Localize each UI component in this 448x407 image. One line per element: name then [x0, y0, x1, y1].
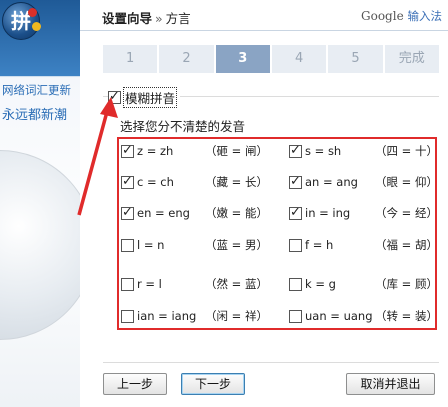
- fuzzy-pinyin-label: 模糊拼音: [122, 87, 178, 108]
- brand-google: Google: [361, 9, 404, 23]
- slogan-line-2: 永远都新潮: [2, 108, 68, 123]
- fuzzy-pair-example: （然 = 蓝）: [205, 277, 268, 291]
- step-3: 3: [215, 45, 270, 73]
- left-banner: 拼 网络词汇更新 永远都新潮: [0, 0, 80, 407]
- step-1: 1: [103, 45, 158, 73]
- fuzzy-pair-checkbox[interactable]: [121, 277, 134, 291]
- fuzzy-pair-example: （藏 = 长）: [205, 175, 268, 189]
- step-5: 5: [328, 45, 383, 73]
- fuzzy-pair-label: ian = iang: [137, 309, 197, 323]
- fuzzy-pair-example: （嫩 = 能）: [205, 206, 268, 220]
- step-progress-bar: 1 2 3 4 5 完成: [103, 45, 439, 73]
- fuzzy-pair-item[interactable]: r = l （然 = 蓝）: [121, 276, 271, 292]
- fuzzy-pair-example: （今 = 经）: [375, 206, 438, 220]
- wizard-title: 设置向导: [102, 11, 153, 26]
- cancel-exit-button[interactable]: 取消并退出: [346, 373, 435, 395]
- fuzzy-pair-item[interactable]: ian = iang （闲 = 祥）: [121, 308, 271, 324]
- fuzzy-pair-checkbox[interactable]: [289, 205, 302, 220]
- fuzzy-pair-item[interactable]: k = g （库 = 顾）: [289, 276, 439, 292]
- wizard-subtitle: 方言: [165, 11, 191, 26]
- prev-button[interactable]: 上一步: [103, 373, 167, 395]
- fuzzy-pair-label: z = zh: [137, 144, 174, 158]
- fuzzy-pair-label: f = h: [305, 238, 334, 252]
- fuzzy-pair-item[interactable]: z = zh （砸 = 闸）: [121, 143, 271, 159]
- fuzzy-pair-item[interactable]: l = n （蓝 = 男）: [121, 237, 271, 253]
- fuzzy-pair-item[interactable]: s = sh （四 = 十）: [289, 143, 439, 159]
- highlight-box: [117, 137, 437, 330]
- fuzzy-pair-item[interactable]: uan = uang （转 = 装）: [289, 308, 439, 324]
- globe-image: [0, 150, 80, 340]
- next-button[interactable]: 下一步: [181, 373, 245, 395]
- fuzzy-pair-checkbox[interactable]: [121, 238, 134, 252]
- fuzzy-pair-label: l = n: [137, 238, 165, 252]
- fuzzy-pair-example: （库 = 顾）: [375, 277, 438, 291]
- fuzzy-pair-checkbox[interactable]: [289, 309, 302, 323]
- header-divider: [80, 30, 448, 31]
- fuzzy-pair-checkbox[interactable]: [121, 309, 134, 323]
- logo-dot-yellow: [32, 22, 41, 31]
- fuzzy-pair-checkbox[interactable]: [121, 143, 134, 158]
- fuzzy-pair-example: （蓝 = 男）: [205, 238, 268, 252]
- fuzzy-prompt: 选择您分不清楚的发音: [120, 119, 246, 134]
- fuzzy-pair-checkbox[interactable]: [121, 205, 134, 220]
- fuzzy-pair-label: uan = uang: [305, 309, 373, 323]
- fuzzy-pair-example: （福 = 胡）: [375, 238, 438, 252]
- fuzzy-pair-example: （砸 = 闸）: [205, 144, 268, 158]
- page-title: 设置向导» 方言: [102, 8, 191, 27]
- fuzzy-pair-checkbox[interactable]: [121, 174, 134, 189]
- wizard-header: 设置向导» 方言 Google 输入法: [80, 0, 448, 30]
- fuzzy-pair-checkbox[interactable]: [289, 277, 302, 291]
- slogan-line-1: 网络词汇更新: [2, 83, 71, 97]
- checkbox-box[interactable]: [108, 89, 121, 104]
- fuzzy-pair-label: s = sh: [305, 144, 342, 158]
- step-2: 2: [159, 45, 214, 73]
- fuzzy-pair-example: （转 = 装）: [375, 309, 438, 323]
- arrow-shaft: [77, 107, 110, 216]
- fuzzy-pair-item[interactable]: f = h （福 = 胡）: [289, 237, 439, 253]
- fuzzy-pair-item[interactable]: c = ch （藏 = 长）: [121, 174, 271, 190]
- fuzzy-pair-checkbox[interactable]: [289, 238, 302, 252]
- fuzzy-pair-example: （眼 = 仰）: [375, 175, 438, 189]
- step-4: 4: [271, 45, 327, 73]
- fuzzy-pair-label: an = ang: [305, 175, 358, 189]
- fuzzy-pair-label: en = eng: [137, 206, 190, 220]
- fuzzy-pair-label: k = g: [305, 277, 336, 291]
- fuzzy-pinyin-checkbox[interactable]: 模糊拼音: [108, 87, 181, 108]
- fuzzy-pair-example: （四 = 十）: [375, 144, 438, 158]
- fuzzy-pair-label: in = ing: [305, 206, 351, 220]
- fuzzy-pair-item[interactable]: in = ing （今 = 经）: [289, 205, 439, 221]
- fuzzy-pair-item[interactable]: an = ang （眼 = 仰）: [289, 174, 439, 190]
- logo-dot-red: [28, 8, 37, 17]
- fuzzy-pair-example: （闲 = 祥）: [205, 309, 268, 323]
- breadcrumb-separator: »: [155, 11, 163, 26]
- brand-label: Google 输入法: [361, 8, 442, 24]
- brand-ime: 输入法: [407, 9, 443, 23]
- fuzzy-pair-checkbox[interactable]: [289, 143, 302, 158]
- fuzzy-pair-label: r = l: [137, 277, 162, 291]
- fuzzy-pair-label: c = ch: [137, 175, 174, 189]
- fuzzy-pair-item[interactable]: en = eng （嫩 = 能）: [121, 205, 271, 221]
- footer-divider: [103, 362, 439, 363]
- fuzzy-pair-checkbox[interactable]: [289, 174, 302, 189]
- step-6: 完成: [384, 45, 439, 73]
